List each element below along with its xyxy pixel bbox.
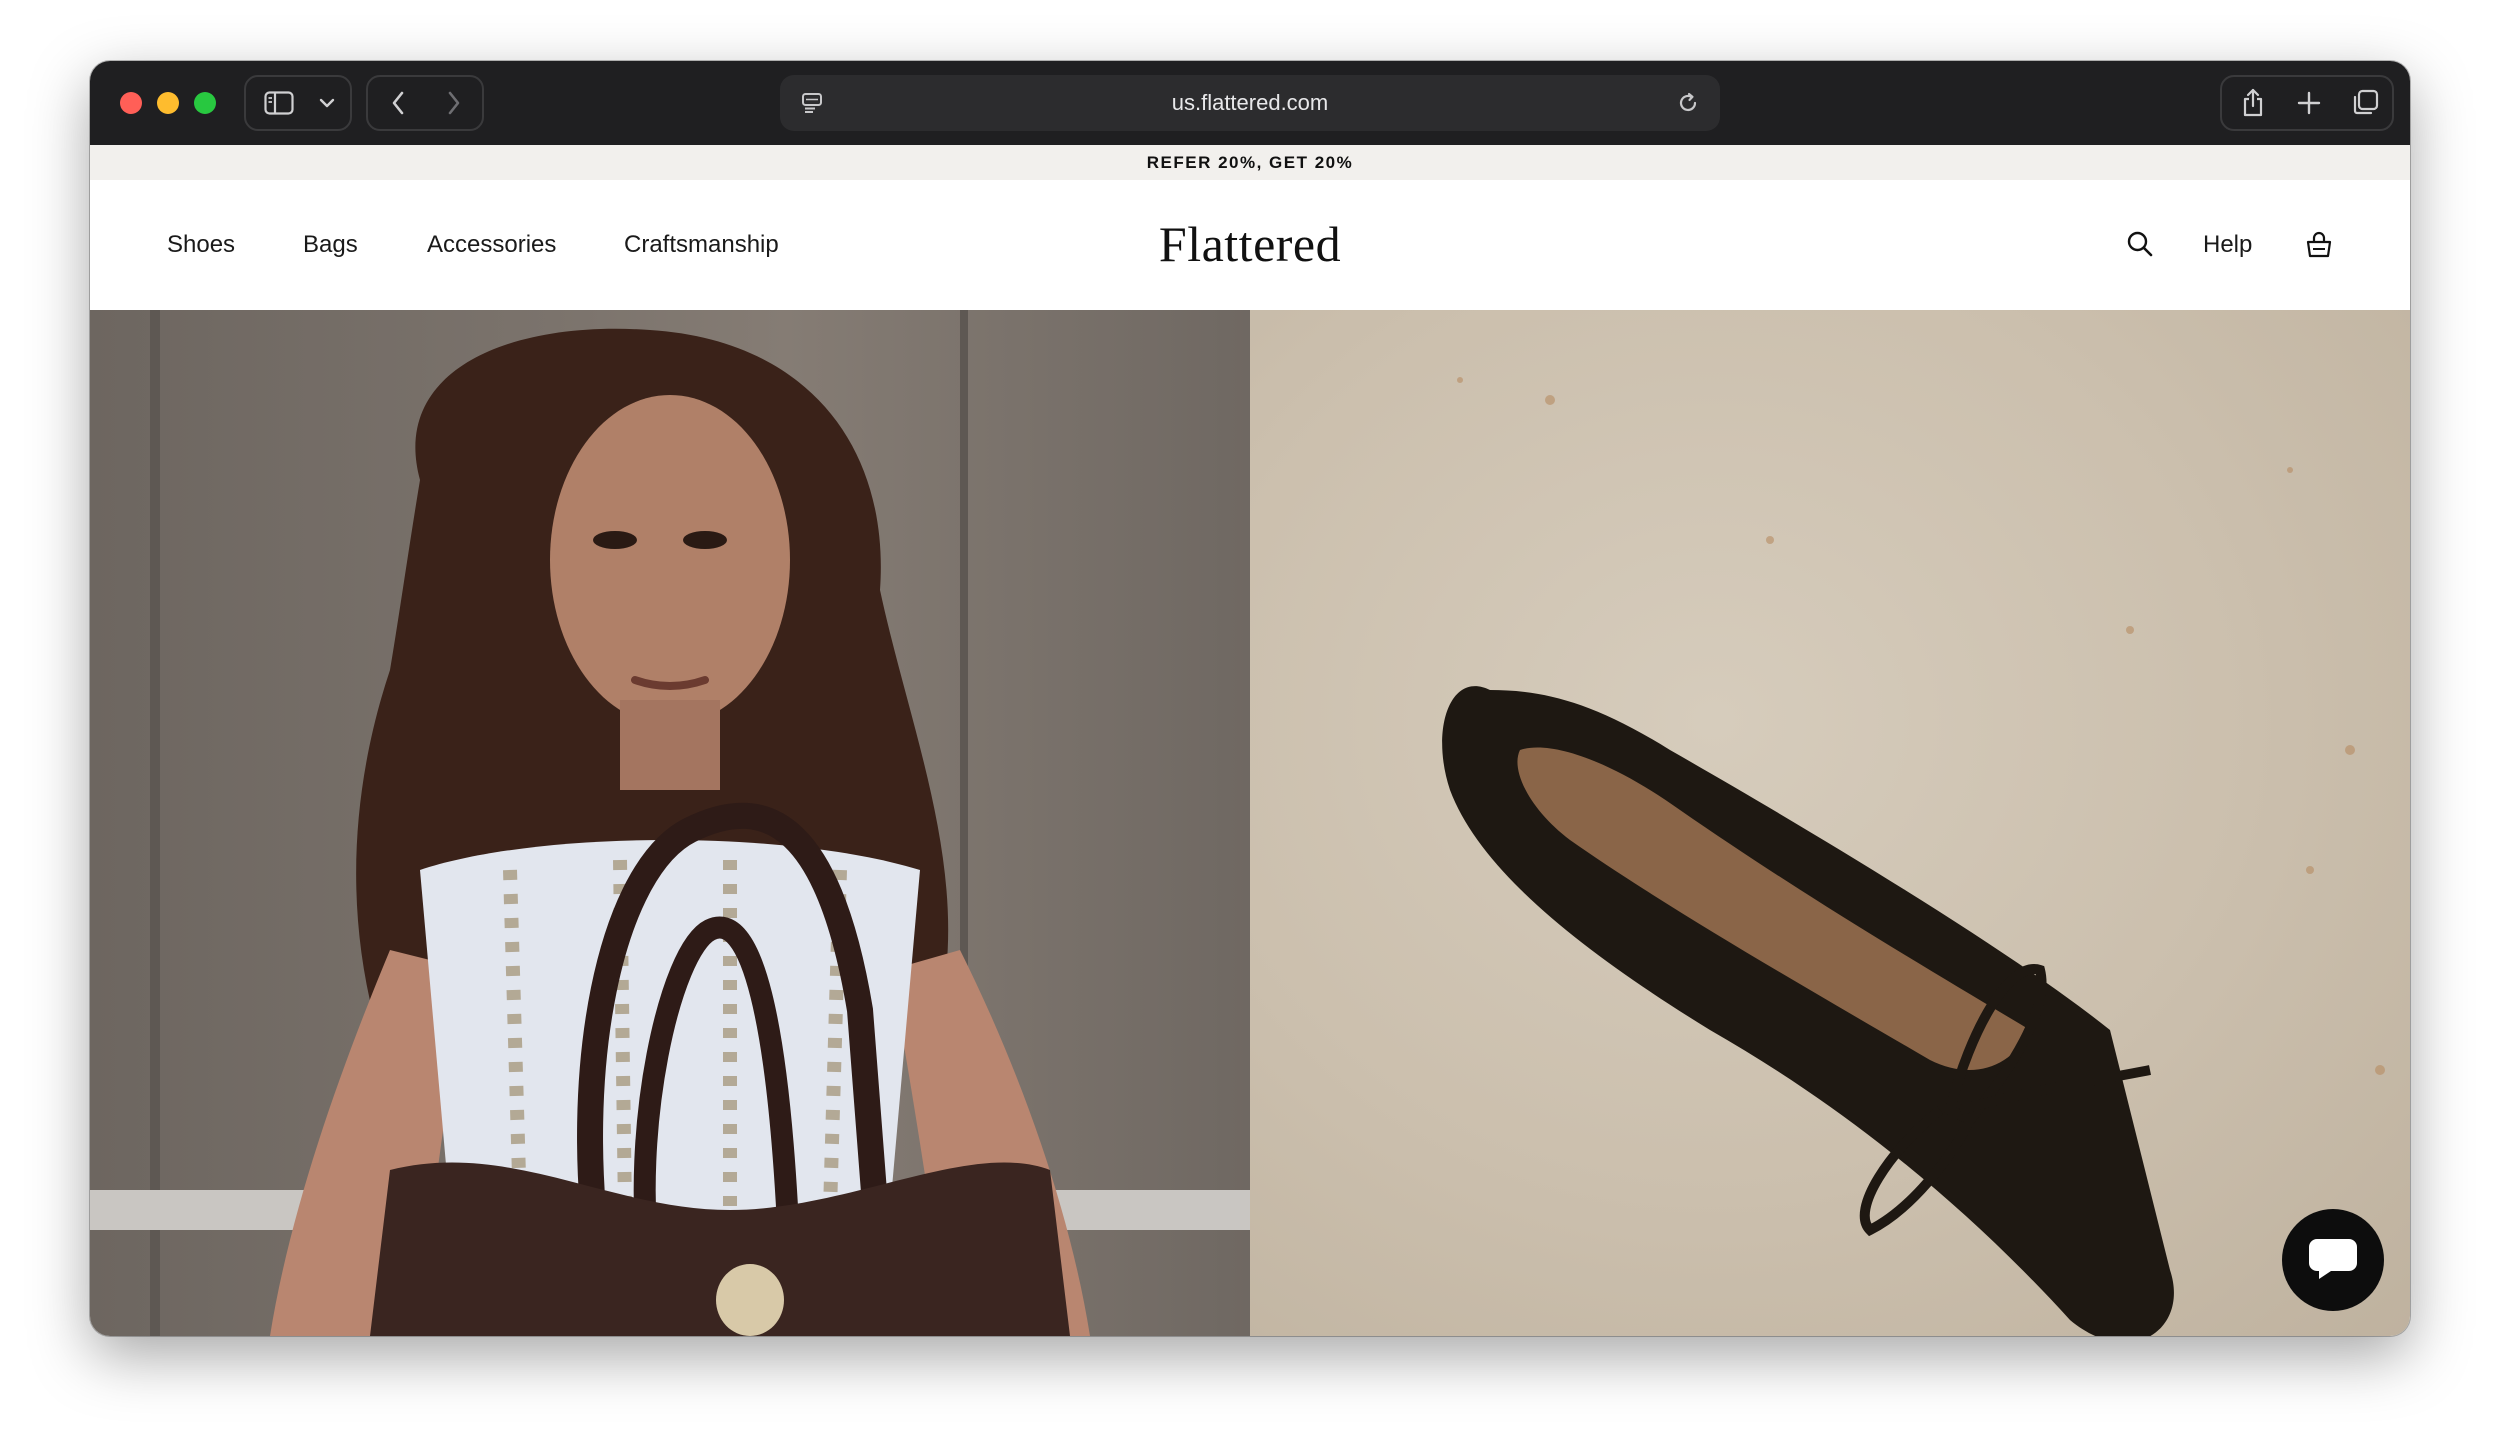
chevron-down-icon[interactable]	[312, 77, 342, 129]
site-header: Shoes Bags Accessories Craftsmanship Fla…	[90, 180, 2410, 310]
toolbar-actions-group	[2220, 75, 2394, 131]
search-icon[interactable]	[2120, 224, 2160, 264]
address-bar[interactable]: us.flattered.com	[780, 75, 1720, 131]
announcement-bar[interactable]: REFER 20%, GET 20%	[90, 145, 2410, 180]
browser-toolbar: us.flattered.com	[90, 61, 2410, 145]
history-nav-group	[366, 75, 484, 131]
reload-icon[interactable]	[1666, 75, 1710, 131]
close-window-button[interactable]	[120, 92, 142, 114]
chat-bubble-icon	[2307, 1235, 2359, 1286]
model-with-handbag-photo[interactable]	[90, 310, 1250, 1336]
minimize-window-button[interactable]	[157, 92, 179, 114]
chat-button[interactable]	[2282, 1209, 2384, 1311]
url-text[interactable]: us.flattered.com	[780, 75, 1720, 131]
sidebar-toggle-group	[244, 75, 352, 131]
plus-icon[interactable]	[2282, 77, 2336, 129]
browser-window: us.flattered.com REFER 20%, GET 20% Shoe…	[90, 61, 2410, 1336]
share-icon[interactable]	[2226, 77, 2280, 129]
shopping-bag-icon[interactable]	[2299, 224, 2339, 264]
chevron-right-icon[interactable]	[430, 77, 478, 129]
site-logo[interactable]: Flattered	[90, 180, 2410, 310]
maximize-window-button[interactable]	[194, 92, 216, 114]
chevron-left-icon[interactable]	[374, 77, 422, 129]
hero-section	[90, 310, 2410, 1336]
black-ballet-flat-photo[interactable]	[1250, 310, 2410, 1336]
tabs-icon[interactable]	[2338, 77, 2392, 129]
help-link[interactable]: Help	[2203, 180, 2252, 310]
sidebar-icon[interactable]	[260, 77, 298, 129]
